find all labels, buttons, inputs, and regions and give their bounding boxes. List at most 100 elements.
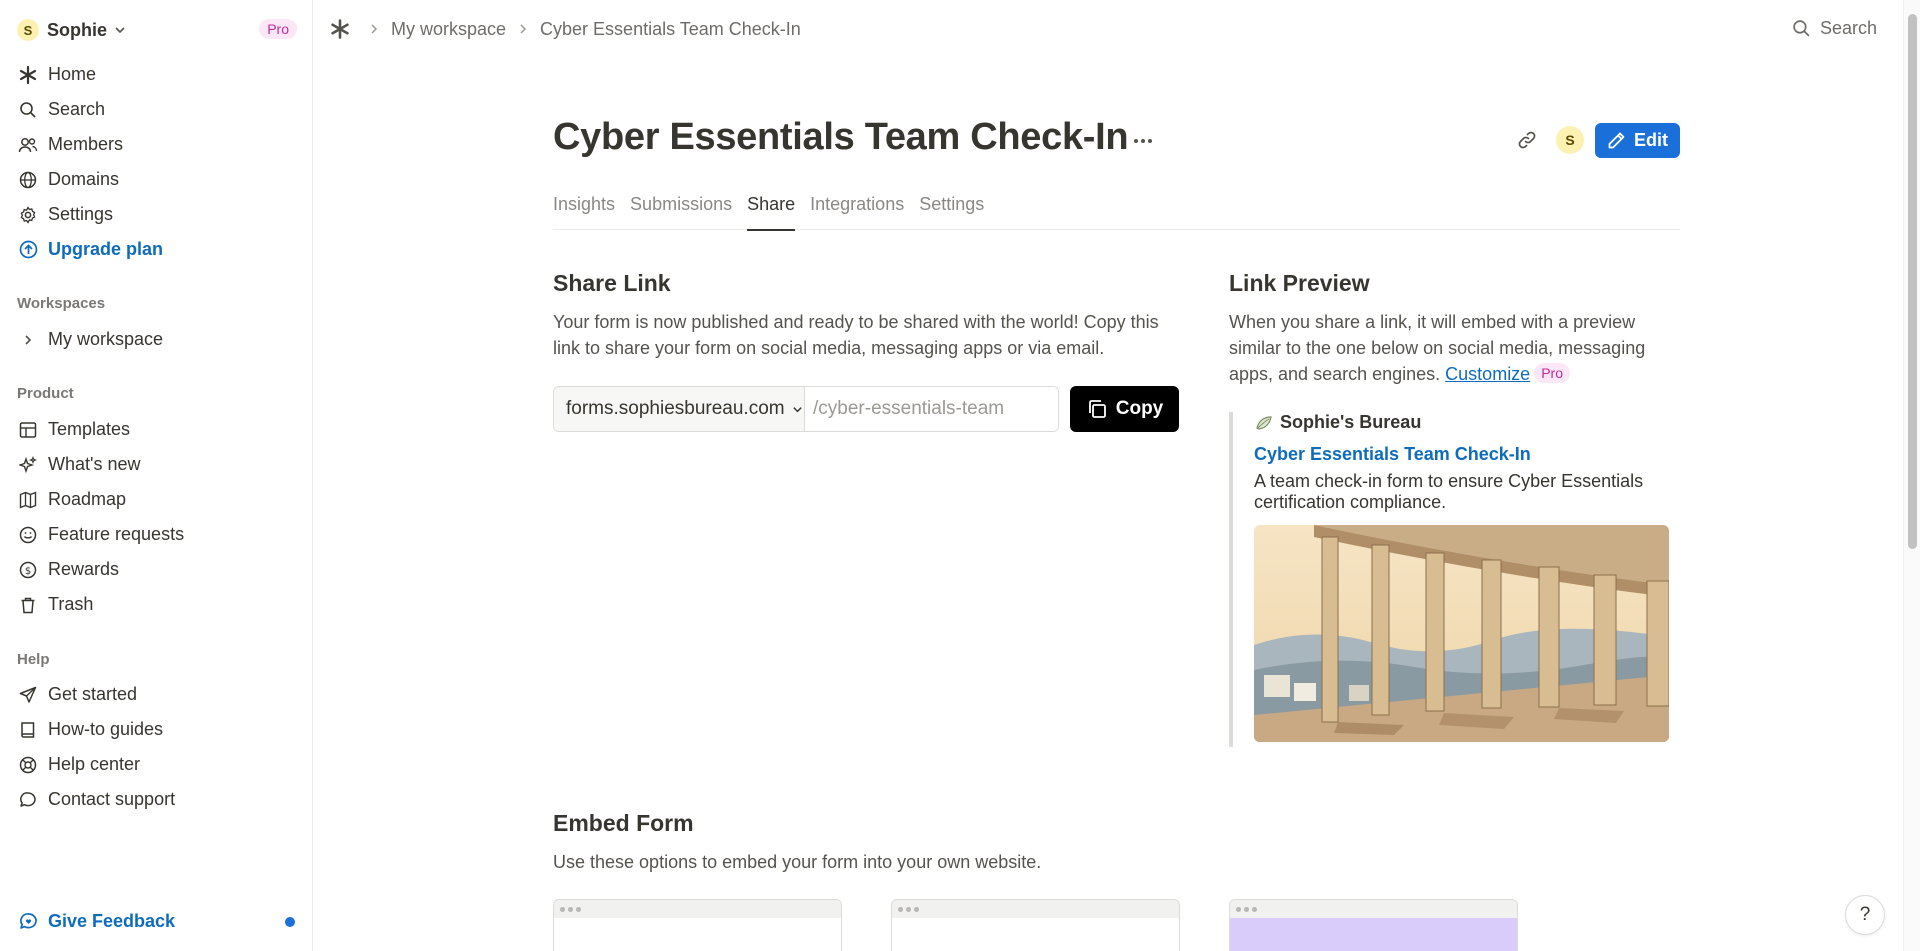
trash-icon: [17, 594, 39, 616]
app-logo-icon[interactable]: [329, 18, 351, 40]
nav-contact-support-label: Contact support: [48, 789, 176, 809]
edit-button[interactable]: Edit: [1595, 123, 1680, 158]
search-icon: [17, 99, 39, 121]
slug-input[interactable]: [805, 387, 1058, 431]
nav-help-center-label: Help center: [48, 754, 141, 774]
upgrade-icon: [17, 239, 39, 261]
page-scrollbar[interactable]: [1903, 0, 1920, 951]
templates-icon: [17, 419, 39, 441]
share-link-heading: Share Link: [553, 270, 671, 296]
globe-icon: [17, 169, 39, 191]
tab-share[interactable]: Share: [747, 193, 796, 231]
nav-feature-requests[interactable]: Feature requests: [17, 517, 297, 552]
help-button[interactable]: ?: [1845, 895, 1885, 935]
nav-templates[interactable]: Templates: [17, 412, 297, 447]
copy-link-icon[interactable]: [1512, 125, 1542, 155]
nav-domains[interactable]: Domains: [17, 162, 297, 197]
give-feedback-label: Give Feedback: [48, 910, 176, 931]
nav-upgrade-label: Upgrade plan: [48, 239, 164, 259]
breadcrumb-chevron-icon: [518, 23, 528, 35]
top-bar: My workspace Cyber Essentials Team Check…: [313, 0, 1903, 60]
breadcrumb-chevron-icon: [369, 23, 379, 35]
nav-how-to-guides[interactable]: How-to guides: [17, 712, 297, 747]
nav-search[interactable]: Search: [17, 92, 297, 127]
window-dots-icon: [892, 900, 1179, 918]
nav-whats-new-label: What's new: [48, 454, 141, 474]
book-icon: [17, 719, 39, 741]
nav-upgrade-plan[interactable]: Upgrade plan: [17, 232, 297, 267]
nav-get-started-label: Get started: [48, 684, 138, 704]
nav-roadmap[interactable]: Roadmap: [17, 482, 297, 517]
sidebar-item-my-workspace[interactable]: My workspace: [17, 322, 163, 357]
nav-members-label: Members: [48, 134, 124, 154]
sparkle-icon: [17, 454, 39, 476]
members-icon: [17, 134, 39, 156]
nav-whats-new[interactable]: What's new: [17, 447, 297, 482]
nav-contact-support[interactable]: Contact support: [17, 782, 297, 817]
embed-option-standard[interactable]: [553, 899, 842, 951]
nav-trash[interactable]: Trash: [17, 587, 297, 622]
embed-option-fullpage[interactable]: [1229, 899, 1518, 951]
nav-help-center[interactable]: Help center: [17, 747, 297, 782]
product-section-label: Product: [17, 385, 74, 402]
link-preview-text: When you share a link, it will embed wit…: [1229, 312, 1646, 384]
workspace-avatar: S: [17, 19, 39, 41]
window-dots-icon: [1230, 900, 1517, 918]
workspaces-section-label: Workspaces: [17, 295, 106, 312]
help-section-label: Help: [17, 651, 50, 668]
share-url-field: forms.sophiesbureau.com: [553, 386, 1059, 432]
workspace-switcher[interactable]: S Sophie Pro: [17, 16, 297, 44]
workspace-name: Sophie: [47, 19, 108, 40]
chevron-down-icon: [113, 23, 127, 37]
help-nav: Get started How-to guides Help center Co…: [17, 677, 297, 817]
nav-members[interactable]: Members: [17, 127, 297, 162]
domain-select[interactable]: forms.sophiesbureau.com: [554, 387, 805, 431]
nav-templates-label: Templates: [48, 419, 131, 439]
domain-select-value: forms.sophiesbureau.com: [566, 398, 785, 419]
top-search-button[interactable]: Search: [1792, 18, 1877, 39]
more-options-icon[interactable]: [1130, 128, 1156, 154]
tab-submissions[interactable]: Submissions: [630, 193, 732, 230]
nav-domains-label: Domains: [48, 169, 120, 189]
breadcrumb: My workspace Cyber Essentials Team Check…: [329, 18, 801, 40]
embed-option-popup[interactable]: [891, 899, 1180, 951]
coin-icon: $: [17, 559, 39, 581]
nav-settings-label: Settings: [48, 204, 114, 224]
embed-options: [553, 899, 1567, 951]
tab-settings[interactable]: Settings: [919, 193, 984, 230]
nav-rewards[interactable]: $ Rewards: [17, 552, 297, 587]
nav-feature-requests-label: Feature requests: [48, 524, 185, 544]
window-dots-icon: [554, 900, 841, 918]
preview-title[interactable]: Cyber Essentials Team Check-In: [1254, 444, 1669, 465]
edit-label: Edit: [1634, 130, 1668, 150]
nav-trash-label: Trash: [48, 594, 94, 614]
link-preview-description: When you share a link, it will embed wit…: [1229, 309, 1679, 387]
customize-link[interactable]: Customize: [1445, 364, 1530, 384]
tab-integrations[interactable]: Integrations: [810, 193, 904, 230]
tab-insights[interactable]: Insights: [553, 193, 615, 230]
my-workspace-label: My workspace: [48, 329, 164, 349]
heart-chat-icon: [17, 912, 39, 931]
embed-form-heading: Embed Form: [553, 810, 694, 836]
breadcrumb-form[interactable]: Cyber Essentials Team Check-In: [540, 19, 801, 40]
copy-icon: [1086, 398, 1108, 420]
preview-site-name: Sophie's Bureau: [1280, 412, 1422, 432]
share-link-description: Your form is now published and ready to …: [553, 312, 1159, 358]
product-nav: Templates What's new Roadmap Feature req…: [17, 412, 297, 622]
nav-settings[interactable]: Settings: [17, 197, 297, 232]
scrollbar-thumb[interactable]: [1908, 14, 1917, 549]
nav-get-started[interactable]: Get started: [17, 677, 297, 712]
copy-button[interactable]: Copy: [1070, 386, 1179, 432]
svg-text:$: $: [25, 566, 31, 577]
main-nav: Home Search Members Domains Settings Upg…: [17, 57, 297, 267]
give-feedback-button[interactable]: Give Feedback: [17, 907, 297, 935]
nav-home[interactable]: Home: [17, 57, 297, 92]
breadcrumb-workspace[interactable]: My workspace: [391, 19, 506, 40]
top-search-label: Search: [1819, 18, 1877, 38]
link-preview-heading: Link Preview: [1229, 270, 1370, 296]
nav-search-label: Search: [48, 99, 106, 119]
owner-avatar[interactable]: S: [1556, 126, 1584, 154]
search-icon: [1792, 19, 1811, 38]
site-favicon-icon: [1254, 413, 1274, 433]
chat-icon: [17, 789, 39, 811]
